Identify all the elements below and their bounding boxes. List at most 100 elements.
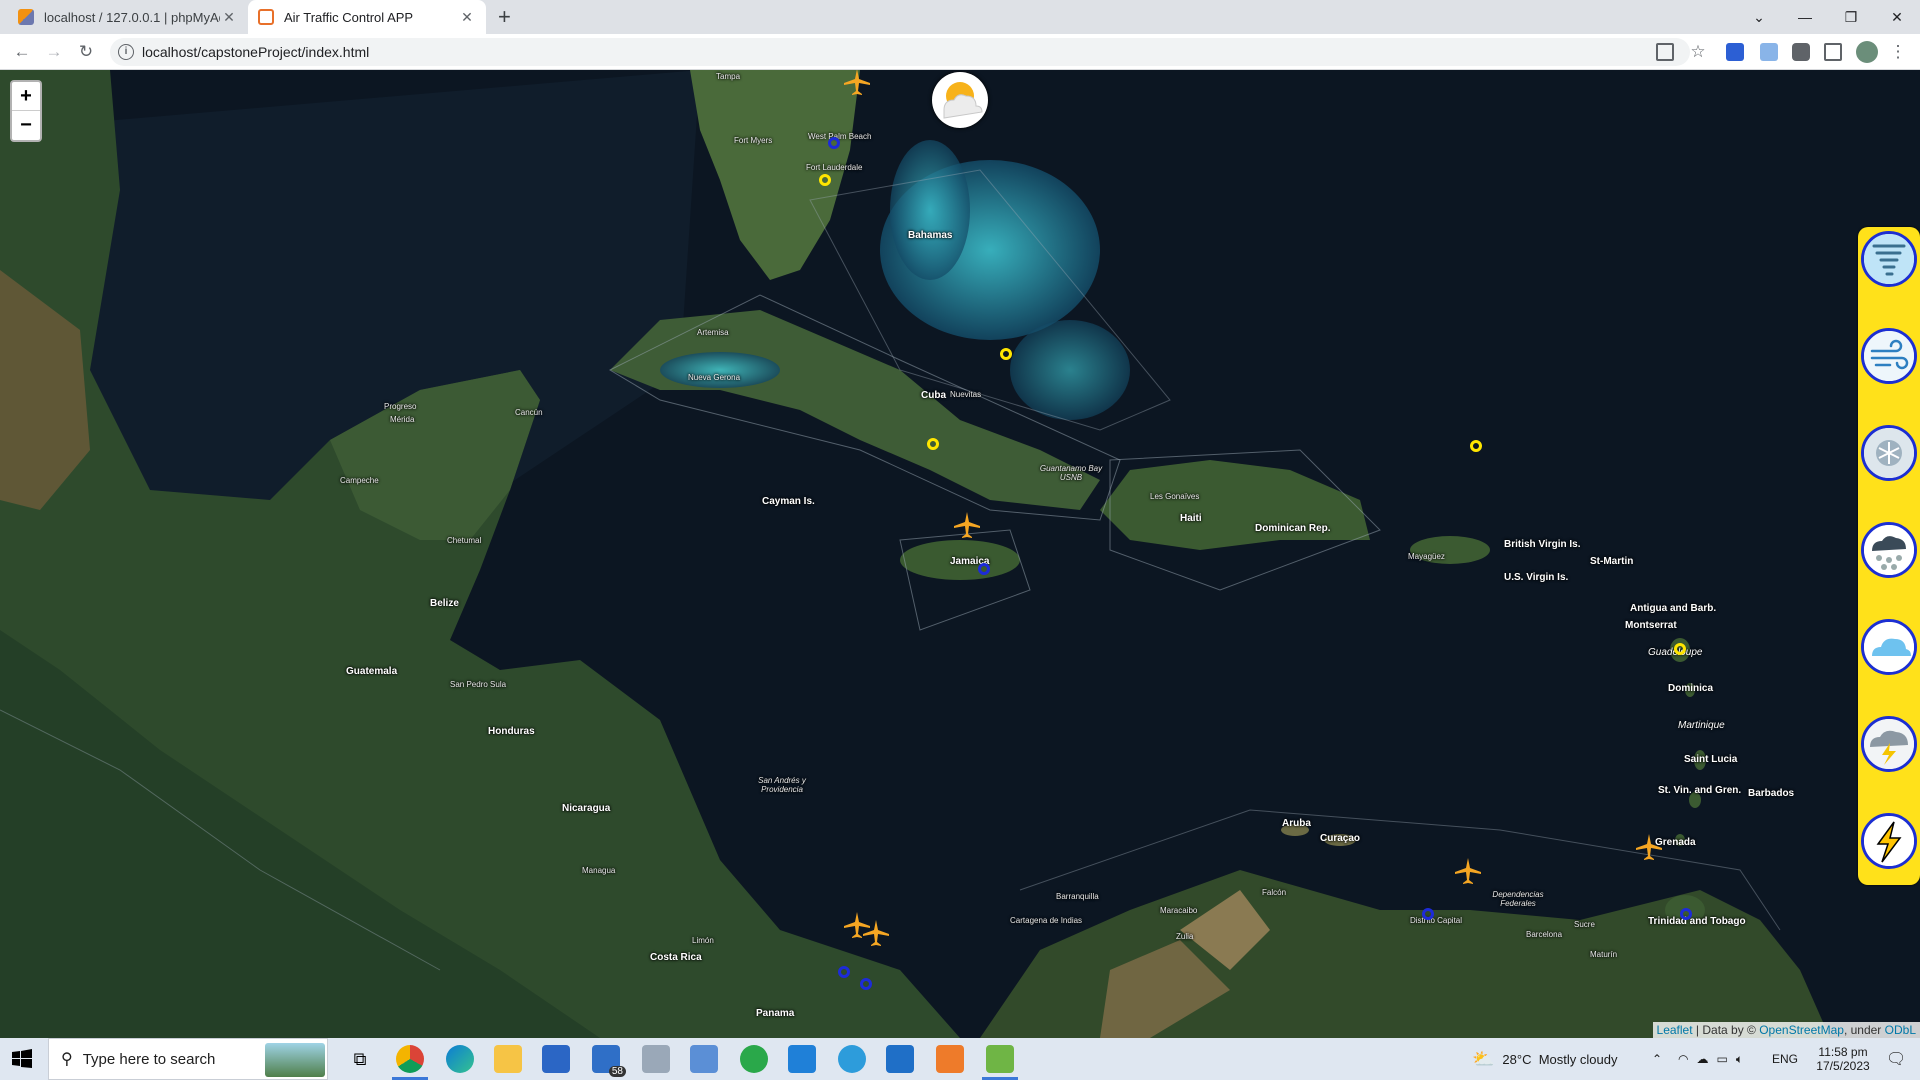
airport-marker[interactable]	[978, 563, 990, 575]
map-label: Barcelona	[1526, 930, 1563, 939]
network-icon[interactable]: ◠	[1678, 1052, 1688, 1066]
airport-marker[interactable]	[819, 174, 831, 186]
map-label: Cartagena de Indias	[1010, 916, 1083, 925]
airport-marker[interactable]	[860, 978, 872, 990]
partly-cloudy-weather-marker[interactable]	[932, 72, 988, 128]
tab-phpmyadmin[interactable]: localhost / 127.0.0.1 | phpMyAdmin ✕	[8, 0, 248, 34]
wind-layer-button[interactable]	[1861, 328, 1917, 384]
map-label: San Pedro Sula	[450, 680, 507, 689]
map-label: Nicaragua	[562, 803, 611, 814]
app-icon[interactable]	[642, 1045, 670, 1073]
share-icon[interactable]	[1656, 43, 1674, 61]
map-label: Dominica	[1668, 683, 1714, 694]
map-label: Maturín	[1590, 950, 1618, 959]
aircraft-marker-icon[interactable]	[842, 70, 872, 97]
airport-marker[interactable]	[1470, 440, 1482, 452]
show-hidden-icons[interactable]: ⌃	[1652, 1038, 1662, 1080]
weather-widget[interactable]: ⛅ 28°C Mostly cloudy	[1472, 1038, 1617, 1080]
airport-marker[interactable]	[828, 137, 840, 149]
aircraft-marker-icon[interactable]	[861, 918, 891, 948]
tornado-icon	[1864, 234, 1914, 284]
search-icon: ⚲	[61, 1051, 73, 1068]
battery-icon[interactable]: ▭	[1716, 1052, 1727, 1066]
volume-icon[interactable]: 🔈︎	[1736, 1052, 1743, 1067]
close-window-button[interactable]: ✕	[1874, 0, 1920, 34]
extension-icon[interactable]	[1760, 43, 1778, 61]
back-button[interactable]: ←	[10, 40, 34, 64]
lightning-layer-button[interactable]	[1861, 813, 1917, 869]
profile-avatar[interactable]	[1856, 41, 1878, 63]
app-icon[interactable]	[986, 1045, 1014, 1073]
taskbar-search-box[interactable]: ⚲ Type here to search	[48, 1038, 328, 1080]
aircraft-marker-icon[interactable]	[952, 510, 982, 540]
osm-link[interactable]: OpenStreetMap	[1759, 1023, 1844, 1037]
onedrive-icon[interactable]: ☁	[1696, 1052, 1708, 1066]
tornado-layer-button[interactable]	[1861, 231, 1917, 287]
snow-layer-button[interactable]	[1861, 425, 1917, 481]
time-text: 11:58 pm	[1818, 1045, 1868, 1059]
reload-button[interactable]: ↻	[74, 40, 98, 64]
airport-marker[interactable]	[1422, 908, 1434, 920]
map-label: Martinique	[1678, 720, 1725, 731]
close-tab-icon[interactable]: ✕	[458, 9, 476, 26]
file-explorer-icon[interactable]	[494, 1045, 522, 1073]
site-info-icon[interactable]: i	[118, 44, 134, 60]
cloud-layer-button[interactable]	[1861, 619, 1917, 675]
close-tab-icon[interactable]: ✕	[220, 9, 238, 26]
aircraft-marker-icon[interactable]	[1634, 832, 1664, 862]
map-attribution: Leaflet | Data by © OpenStreetMap, under…	[1652, 1022, 1920, 1038]
extension-icon[interactable]	[1726, 43, 1744, 61]
odbl-link[interactable]: ODbL	[1885, 1023, 1916, 1037]
notification-icon[interactable]: 🗨︎	[1886, 1038, 1906, 1080]
clock[interactable]: 11:58 pm 17/5/2023	[1808, 1038, 1878, 1080]
map-label: Cuba	[921, 390, 946, 401]
store-icon[interactable]	[542, 1045, 570, 1073]
edge-taskbar-icon[interactable]	[446, 1045, 474, 1073]
map-label: Falcón	[1262, 888, 1287, 897]
map-label: Haiti	[1180, 513, 1202, 524]
windows-taskbar: ⚲ Type here to search ⧉ 58 ⛅ 28°C Mostly…	[0, 1038, 1920, 1080]
forward-button[interactable]: →	[42, 40, 66, 64]
language-indicator[interactable]: ENG	[1772, 1038, 1798, 1080]
airport-marker[interactable]	[1674, 643, 1686, 655]
vscode-icon[interactable]	[788, 1045, 816, 1073]
aircraft-marker-icon[interactable]	[1453, 856, 1483, 886]
task-view-icon[interactable]: ⧉	[346, 1045, 374, 1073]
airport-marker[interactable]	[838, 966, 850, 978]
extensions-puzzle-icon[interactable]	[1792, 43, 1810, 61]
zoom-out-button[interactable]: −	[12, 111, 40, 140]
leaflet-map[interactable]: + − Bahamas Cuba Cayman Is. Jamaica Hait…	[0, 70, 1920, 1038]
windows-start-icon[interactable]	[12, 1049, 32, 1069]
hail-layer-button[interactable]	[1861, 522, 1917, 578]
zoom-in-button[interactable]: +	[12, 82, 40, 111]
app-icon[interactable]	[740, 1045, 768, 1073]
side-panel-icon[interactable]	[1824, 43, 1842, 61]
chrome-taskbar-icon[interactable]	[396, 1045, 424, 1073]
app-icon[interactable]	[690, 1045, 718, 1073]
tab-air-traffic-control[interactable]: Air Traffic Control APP ✕	[248, 0, 486, 34]
app-icon[interactable]	[838, 1045, 866, 1073]
map-label: Zulia	[1176, 932, 1194, 941]
map-label: Saint Lucia	[1684, 754, 1738, 765]
tab-search-icon[interactable]: ⌄	[1736, 0, 1782, 34]
new-tab-button[interactable]: +	[498, 4, 511, 30]
map-label: Curaçao	[1320, 833, 1361, 844]
storm-layer-button[interactable]	[1861, 716, 1917, 772]
search-highlight-image	[265, 1043, 325, 1077]
airport-marker[interactable]	[927, 438, 939, 450]
tray-icons[interactable]: ◠ ☁ ▭ 🔈︎	[1678, 1038, 1743, 1080]
airport-marker[interactable]	[1680, 908, 1692, 920]
address-bar[interactable]: i localhost/capstoneProject/index.html	[110, 38, 1690, 66]
lightning-icon	[1864, 816, 1914, 866]
map-label: Fort Lauderdale	[806, 163, 863, 172]
minimize-button[interactable]: —	[1782, 0, 1828, 34]
leaflet-link[interactable]: Leaflet	[1657, 1023, 1693, 1037]
xampp-icon[interactable]	[936, 1045, 964, 1073]
map-label: Montserrat	[1625, 620, 1677, 631]
bookmark-star-icon[interactable]: ☆	[1686, 40, 1710, 64]
app-icon[interactable]	[886, 1045, 914, 1073]
airport-marker[interactable]	[1000, 348, 1012, 360]
mail-icon[interactable]: 58	[592, 1045, 626, 1077]
restore-button[interactable]: ❐	[1828, 0, 1874, 34]
chrome-menu-icon[interactable]: ⋮	[1886, 40, 1910, 64]
